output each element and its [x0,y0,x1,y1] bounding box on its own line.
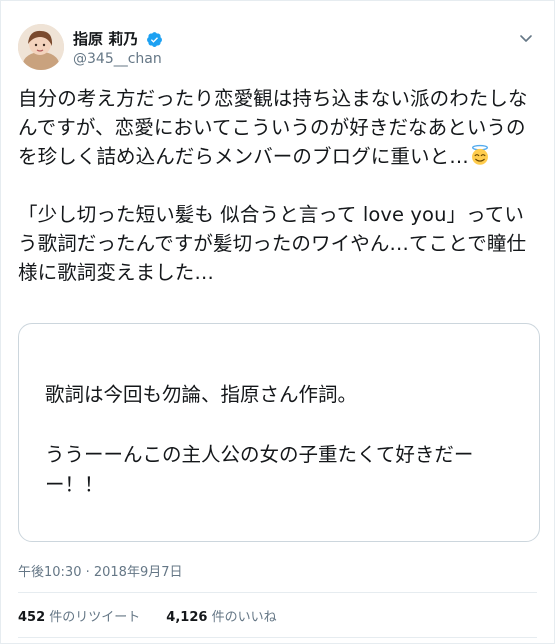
chevron-down-icon[interactable] [518,30,534,46]
likes-stat[interactable]: 4,126 件のいいね [166,606,276,625]
retweets-stat[interactable]: 452 件のリツイート [18,606,140,625]
retweets-label: 件のリツイート [49,610,141,625]
quoted-card[interactable]: 歌詞は今回も勿論、指原さん作詞。 ううーーんこの主人公の女の子重たくて好きだーー… [18,323,540,542]
tweet-text-part2: 「少し切った短い髪も 似合うと言って love you」っていう歌詞だったんです… [18,203,527,284]
verified-badge-icon [147,32,163,47]
avatar-image [18,24,64,70]
tweet-stats: 452 件のリツイート 4,126 件のいいね [18,606,277,625]
tweet-text: 自分の考え方だったり恋愛観は持ち込まない派のわたしなんですが、恋愛においてこうい… [18,84,543,287]
user-names: 指原 莉乃 @345__chan [73,29,163,68]
tweet-timestamp[interactable]: 午後10:30 · 2018年9月7日 [18,561,183,580]
tweet-header: 指原 莉乃 @345__chan [18,24,540,74]
smiling-face-with-halo-icon [471,144,488,165]
tweet-text-part1: 自分の考え方だったり恋愛観は持ち込まない派のわたしなんですが、恋愛においてこうい… [18,87,528,168]
retweets-count: 452 [18,610,46,625]
likes-label: 件のいいね [211,610,277,625]
avatar[interactable] [18,24,64,70]
tweet-container: 指原 莉乃 @345__chan 自分の考え方だったり恋愛観は持ち込まない派のわ… [0,0,555,644]
likes-count: 4,126 [166,610,208,625]
divider-top [18,592,537,593]
card-text: 歌詞は今回も勿論、指原さん作詞。 ううーーんこの主人公の女の子重たくて好きだーー… [45,383,474,496]
user-handle[interactable]: @345__chan [73,50,163,68]
display-name[interactable]: 指原 莉乃 [73,30,138,49]
divider-bottom [18,637,537,638]
